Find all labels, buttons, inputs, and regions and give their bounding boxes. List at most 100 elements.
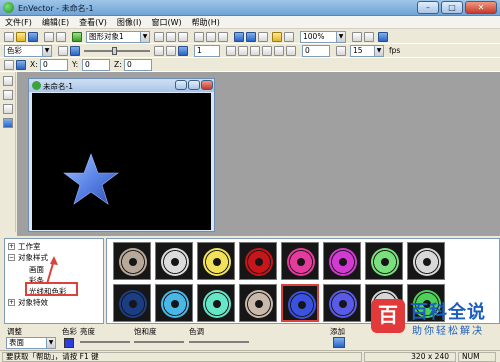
effect-slider-track[interactable] bbox=[84, 50, 150, 52]
close-button[interactable]: ✕ bbox=[465, 1, 497, 14]
redo-icon[interactable] bbox=[56, 32, 66, 42]
style-thumbnail[interactable] bbox=[239, 284, 277, 322]
copy-icon[interactable] bbox=[206, 32, 216, 42]
frames-combo[interactable]: 15 ▼ bbox=[350, 45, 384, 57]
x-field[interactable]: 0 bbox=[40, 59, 68, 71]
move-down-icon[interactable] bbox=[166, 32, 176, 42]
maximize-button[interactable]: □ bbox=[441, 1, 463, 14]
style-thumbnail[interactable] bbox=[113, 284, 151, 322]
effect-slider-thumb[interactable] bbox=[112, 47, 117, 55]
style-thumbnail[interactable] bbox=[197, 242, 235, 280]
menu-edit[interactable]: 编辑(E) bbox=[37, 16, 74, 28]
effect-color-icon[interactable] bbox=[70, 46, 80, 56]
undo-icon[interactable] bbox=[44, 32, 54, 42]
last-frame-icon[interactable] bbox=[286, 46, 296, 56]
total-frames-field[interactable]: 0 bbox=[302, 45, 330, 57]
rotate-tool-icon[interactable] bbox=[16, 60, 26, 70]
zoom-combo[interactable]: 100% ▼ bbox=[300, 31, 346, 43]
style-thumbnail[interactable] bbox=[365, 242, 403, 280]
move-up-icon[interactable] bbox=[154, 32, 164, 42]
zoom-in-icon[interactable] bbox=[352, 32, 362, 42]
select-tool-icon[interactable] bbox=[3, 76, 13, 86]
tree-item-object-effects[interactable]: 对象特效 bbox=[18, 298, 48, 307]
style-thumbnail[interactable] bbox=[281, 284, 319, 322]
image-icon[interactable] bbox=[72, 32, 82, 42]
add-button[interactable] bbox=[333, 337, 345, 348]
gear-icon bbox=[203, 248, 231, 276]
record-icon[interactable] bbox=[272, 32, 282, 42]
style-thumbnail[interactable] bbox=[197, 284, 235, 322]
rotate-view-icon[interactable] bbox=[3, 104, 13, 114]
doc-minimize-button[interactable] bbox=[175, 80, 187, 90]
first-frame-icon[interactable] bbox=[226, 46, 236, 56]
menu-file[interactable]: 文件(F) bbox=[0, 16, 37, 28]
status-bar: 要获取「帮助」，请按 F1 键 320 x 240 NUM bbox=[0, 350, 500, 362]
loop-icon[interactable] bbox=[258, 32, 268, 42]
z-label: Z: bbox=[114, 60, 122, 69]
style-thumbnail[interactable] bbox=[323, 284, 361, 322]
new-file-icon[interactable] bbox=[4, 32, 14, 42]
remove-key-icon[interactable] bbox=[166, 46, 176, 56]
gear-icon bbox=[203, 290, 231, 318]
star-shape[interactable] bbox=[32, 93, 211, 230]
style-thumbnail[interactable] bbox=[323, 242, 361, 280]
style-thumbnail[interactable] bbox=[155, 284, 193, 322]
expand-icon[interactable]: + bbox=[8, 299, 15, 306]
arrow-tool-icon[interactable] bbox=[4, 60, 14, 70]
style-thumbnail[interactable] bbox=[113, 242, 151, 280]
y-field[interactable]: 0 bbox=[82, 59, 110, 71]
style-thumbnail[interactable] bbox=[239, 242, 277, 280]
expand-icon[interactable]: + bbox=[8, 243, 15, 250]
cut-icon[interactable] bbox=[194, 32, 204, 42]
zoom-out-icon[interactable] bbox=[364, 32, 374, 42]
tree-item-frame[interactable]: 画面 bbox=[29, 265, 44, 274]
prev-frame-icon[interactable] bbox=[238, 46, 248, 56]
scale-tool-icon[interactable] bbox=[3, 118, 13, 128]
next-frame-icon[interactable] bbox=[274, 46, 284, 56]
effect-combo[interactable]: 色彩 ▼ bbox=[4, 45, 52, 57]
align-left-icon[interactable] bbox=[58, 46, 68, 56]
text-tool-icon[interactable] bbox=[3, 90, 13, 100]
hue-slider[interactable] bbox=[189, 341, 249, 343]
frame-prev-icon[interactable] bbox=[234, 32, 244, 42]
speed-icon[interactable] bbox=[336, 46, 346, 56]
style-thumbnail[interactable] bbox=[407, 242, 445, 280]
frame-field[interactable]: 1 bbox=[194, 45, 220, 57]
canvas[interactable] bbox=[32, 93, 211, 230]
frame-next-icon[interactable] bbox=[246, 32, 256, 42]
stop-icon[interactable] bbox=[262, 46, 272, 56]
gear-icon bbox=[288, 291, 316, 319]
open-file-icon[interactable] bbox=[16, 32, 26, 42]
coords-toolbar: X: 0 Y: 0 Z: 0 bbox=[0, 58, 500, 72]
minimize-button[interactable]: – bbox=[417, 1, 439, 14]
paste-icon[interactable] bbox=[218, 32, 228, 42]
gear-icon bbox=[329, 248, 357, 276]
style-thumbnail[interactable] bbox=[155, 242, 193, 280]
menu-help[interactable]: 帮助(H) bbox=[187, 16, 225, 28]
doc-close-button[interactable] bbox=[201, 80, 213, 90]
add-key-icon[interactable] bbox=[154, 46, 164, 56]
adjust-combo[interactable]: 表面 ▼ bbox=[6, 337, 56, 349]
hue-label: 色调 bbox=[189, 327, 204, 336]
delete-icon[interactable] bbox=[178, 32, 188, 42]
collapse-icon[interactable]: − bbox=[8, 254, 15, 261]
menu-window[interactable]: 窗口(W) bbox=[146, 16, 186, 28]
saturation-slider[interactable] bbox=[134, 341, 184, 343]
color-swatch[interactable] bbox=[64, 338, 74, 348]
key-move-icon[interactable] bbox=[178, 46, 188, 56]
document-icon bbox=[32, 81, 41, 90]
menu-image[interactable]: 图像(I) bbox=[112, 16, 147, 28]
doc-maximize-button[interactable] bbox=[188, 80, 200, 90]
z-field[interactable]: 0 bbox=[124, 59, 152, 71]
object-combo[interactable]: 图形对象1 ▼ bbox=[86, 31, 150, 43]
style-thumbnail[interactable] bbox=[281, 242, 319, 280]
document-window[interactable]: 未命名-1 bbox=[28, 78, 215, 232]
brightness-slider[interactable] bbox=[80, 341, 130, 343]
grid-icon[interactable] bbox=[284, 32, 294, 42]
menu-view[interactable]: 查看(V) bbox=[74, 16, 112, 28]
help-pointer-icon[interactable] bbox=[378, 32, 388, 42]
play-icon[interactable] bbox=[250, 46, 260, 56]
document-titlebar[interactable]: 未命名-1 bbox=[29, 79, 214, 92]
tree-item-studio[interactable]: 工作室 bbox=[18, 242, 41, 251]
save-icon[interactable] bbox=[28, 32, 38, 42]
